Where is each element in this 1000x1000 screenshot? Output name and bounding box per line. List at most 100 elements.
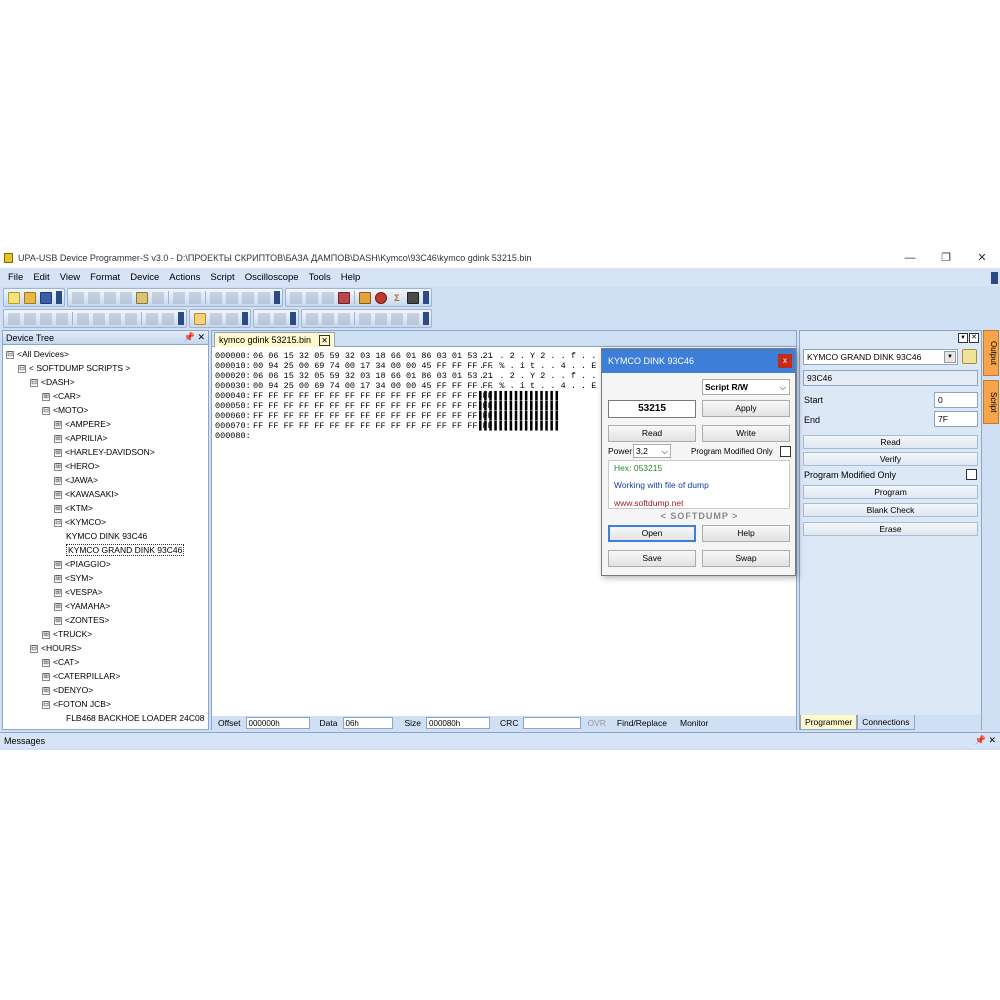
tree-node[interactable]: KYMCO DINK 93C46	[66, 529, 147, 543]
tree-node[interactable]: ⊟ <MOTO>	[42, 403, 88, 417]
tree-node[interactable]: FLB468 BACKHOE LOADER 24C08	[66, 711, 204, 725]
tree-node[interactable]: ⊞ <KAWASAKI>	[54, 487, 119, 501]
menu-device[interactable]: Device	[125, 272, 164, 283]
minimize-button[interactable]: —	[892, 248, 928, 268]
tree-node[interactable]: ⊞ <HERO>	[54, 459, 100, 473]
hex-ascii[interactable]: . . % . i t . . 4 . . E ▌▌▌▌	[479, 361, 622, 371]
power-select[interactable]: 3,2 ⌵	[633, 444, 671, 458]
hex-bytes[interactable]: 06 06 15 32 05 59 32 03 18 66 01 86 03 0…	[253, 371, 493, 381]
collapse-icon[interactable]: ⊟	[54, 518, 62, 527]
refresh-icon[interactable]	[258, 291, 270, 304]
expand-icon[interactable]: ⊞	[54, 476, 62, 485]
expand-icon[interactable]: ⊞	[54, 490, 62, 499]
collapse-icon[interactable]: ⊟	[6, 350, 14, 359]
toolbar-overflow-icon[interactable]	[242, 312, 248, 325]
checksum-icon[interactable]	[290, 291, 302, 304]
expand-icon[interactable]: ⊞	[54, 602, 62, 611]
align-center-icon[interactable]	[375, 312, 387, 325]
select-tool-icon[interactable]	[194, 312, 206, 325]
tab-programmer[interactable]: Programmer	[800, 715, 858, 730]
toolbar-overflow-icon[interactable]	[423, 291, 429, 304]
tree-node[interactable]: ⊟ <KYMCO>	[54, 515, 106, 529]
dialog-read-button[interactable]: Read	[608, 425, 696, 442]
chevron-down-icon[interactable]: ▼	[944, 351, 956, 363]
chip-icon[interactable]	[359, 291, 371, 304]
redo-icon[interactable]	[88, 291, 100, 304]
new-file-icon[interactable]	[8, 291, 20, 304]
open-folder-icon[interactable]	[24, 291, 36, 304]
find-icon[interactable]	[173, 291, 185, 304]
tree-node[interactable]: ⊟ <DASH>	[30, 375, 75, 389]
device-select[interactable]: KYMCO GRAND DINK 93C46 ▼	[803, 349, 958, 365]
tree-node[interactable]: ⊟ <All Devices>	[6, 347, 69, 361]
delete-icon[interactable]	[152, 291, 164, 304]
hex-bytes[interactable]: 00 94 25 00 69 74 00 17 34 00 00 45 FF F…	[253, 361, 493, 371]
hex-view[interactable]: 000000: 06 06 15 32 05 59 32 03 18 66 01 …	[215, 351, 637, 711]
expand-icon[interactable]: ⊞	[54, 504, 62, 513]
expand-icon[interactable]: ⊞	[54, 448, 62, 457]
tree-node[interactable]: ⊞ <JAWA>	[54, 473, 98, 487]
lock-icon[interactable]	[162, 312, 174, 325]
hex-row[interactable]: 000070: FF FF FF FF FF FF FF FF FF FF FF …	[215, 421, 601, 431]
collapse-icon[interactable]: ⊟	[42, 700, 50, 709]
expand-icon[interactable]: ⊞	[54, 560, 62, 569]
view2-icon[interactable]	[322, 312, 334, 325]
tab-file[interactable]: kymco gdink 53215.bin ✕	[214, 332, 336, 347]
device-settings-icon[interactable]	[962, 349, 977, 364]
tree-node[interactable]: ⊞ <TRUCK>	[42, 627, 92, 641]
value-input[interactable]: 53215	[608, 400, 696, 418]
tab-close-icon[interactable]: ✕	[319, 334, 331, 346]
tree-node[interactable]: ⊞ <AMPERE>	[54, 417, 111, 431]
end-input[interactable]: 7F	[934, 411, 978, 427]
apply-button[interactable]: Apply	[702, 400, 790, 417]
start-input[interactable]: 0	[934, 392, 978, 408]
toolbar-overflow-icon[interactable]	[56, 291, 62, 304]
hex-bytes[interactable]: FF FF FF FF FF FF FF FF FF FF FF FF FF F…	[253, 421, 493, 431]
tree-node[interactable]: ⊞ <CAR>	[42, 389, 81, 403]
hex-ascii[interactable]: ▌▌▌▌▌▌▌▌▌▌▌▌▌▌▌▌	[479, 411, 599, 421]
dialog-save-button[interactable]: Save	[608, 550, 696, 567]
tree-node[interactable]: ⊟ < SOFTDUMP SCRIPTS >	[18, 361, 130, 375]
menu-view[interactable]: View	[55, 272, 85, 283]
tree-node[interactable]: ⊞ <ZONTES>	[54, 613, 109, 627]
expand-icon[interactable]: ⊞	[42, 630, 50, 639]
menu-oscilloscope[interactable]: Oscilloscope	[240, 272, 304, 283]
size-field[interactable]: 000080h	[426, 717, 491, 729]
hex-bytes[interactable]: FF FF FF FF FF FF FF FF FF FF FF FF FF F…	[253, 391, 493, 401]
expand-icon[interactable]: ⊞	[54, 574, 62, 583]
website-link[interactable]: www.softdump.net	[614, 498, 683, 508]
hex-row[interactable]: 000050: FF FF FF FF FF FF FF FF FF FF FF …	[215, 401, 601, 411]
align-left-icon[interactable]	[359, 312, 371, 325]
hex-row[interactable]: 000040: FF FF FF FF FF FF FF FF FF FF FF …	[215, 391, 601, 401]
hex-bytes[interactable]: 06 06 15 32 05 59 32 03 18 66 01 86 03 0…	[253, 351, 493, 361]
last-icon[interactable]	[125, 312, 137, 325]
tree-node[interactable]: ⊞ <PIAGGIO>	[54, 557, 111, 571]
crc-field[interactable]	[523, 717, 582, 729]
align-right-icon[interactable]	[391, 312, 403, 325]
scissors-icon[interactable]	[40, 312, 52, 325]
menu-overflow-icon[interactable]	[991, 272, 998, 284]
paste-icon[interactable]	[136, 291, 148, 304]
tree-node[interactable]: ⊞ <SYM>	[54, 571, 93, 585]
tree-node[interactable]: ⊞ <HARLEY-DAVIDSON>	[54, 445, 155, 459]
view1-icon[interactable]	[306, 312, 318, 325]
collapse-icon[interactable]: ⊟	[30, 644, 38, 653]
hex-ascii[interactable]	[479, 431, 599, 441]
dialog-program-modified-checkbox[interactable]	[780, 446, 791, 457]
pane-pin-close-icon[interactable]: 📌 ✕	[184, 332, 208, 343]
menu-edit[interactable]: Edit	[28, 272, 54, 283]
cut-icon[interactable]	[104, 291, 116, 304]
collapse-icon[interactable]: ⊟	[42, 406, 50, 415]
tree-node[interactable]: ⊞ <VESPA>	[54, 585, 103, 599]
expand-icon[interactable]: ⊞	[54, 420, 62, 429]
menu-help[interactable]: Help	[336, 272, 366, 283]
hex-ascii[interactable]: . . % . i t . . 4 . . E ▌▌▌▌	[479, 381, 622, 391]
expand-icon[interactable]: ⊞	[54, 616, 62, 625]
zoom-select-icon[interactable]	[210, 312, 222, 325]
dialog-open-button[interactable]: Open	[608, 525, 696, 542]
sigma-icon[interactable]: Σ	[391, 292, 403, 304]
menu-format[interactable]: Format	[85, 272, 125, 283]
undo-icon[interactable]	[72, 291, 84, 304]
monitor-link[interactable]: Monitor	[680, 718, 708, 728]
read-button[interactable]: Read	[803, 435, 978, 449]
